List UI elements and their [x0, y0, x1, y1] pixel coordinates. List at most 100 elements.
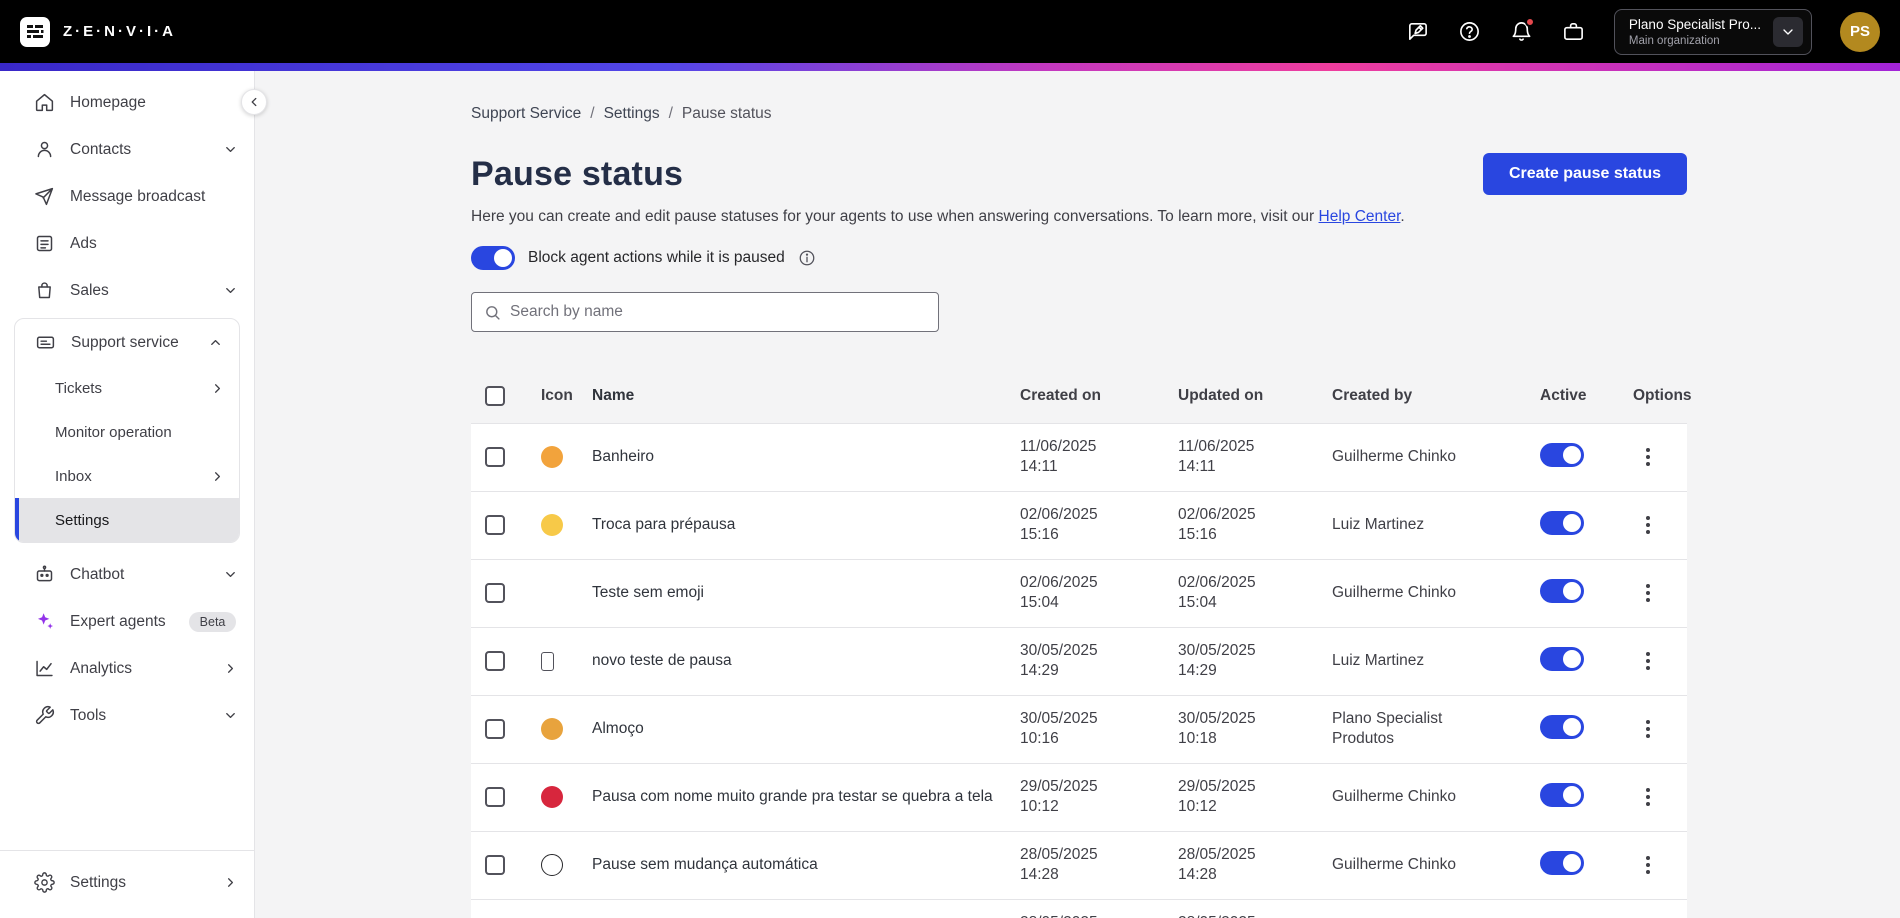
- sidebar-collapse-button[interactable]: [241, 89, 267, 115]
- row-options-button[interactable]: [1633, 510, 1663, 540]
- sidebar-item-sales[interactable]: Sales: [0, 267, 254, 314]
- chevron-right-icon: [223, 661, 238, 676]
- sidebar-item-homepage[interactable]: Homepage: [0, 79, 254, 126]
- row-checkbox[interactable]: [485, 719, 505, 740]
- sidebar-label: Settings: [70, 873, 127, 891]
- sidebar-item-message-broadcast[interactable]: Message broadcast: [0, 173, 254, 220]
- sidebar-label: Settings: [55, 511, 110, 529]
- pause-status-table: Icon Name Created on Updated on Created …: [471, 378, 1692, 918]
- help-icon[interactable]: [1458, 20, 1482, 44]
- updated-on-cell: 28/05/202513:31: [1178, 913, 1332, 918]
- organization-name: Plano Specialist Pro...: [1628, 16, 1761, 32]
- breadcrumb-settings[interactable]: Settings: [604, 105, 660, 123]
- active-toggle[interactable]: [1540, 782, 1584, 807]
- row-checkbox[interactable]: [485, 447, 505, 468]
- sidebar-item-settings[interactable]: Settings: [0, 859, 254, 906]
- search-input[interactable]: [510, 303, 926, 321]
- row-options-button[interactable]: [1633, 442, 1663, 472]
- pause-name: Almoço: [592, 720, 644, 738]
- created-by-cell: Plano Specialist Produtos: [1332, 709, 1443, 748]
- help-center-link[interactable]: Help Center: [1319, 208, 1401, 225]
- created-on-cell: 28/05/202513:31: [1020, 913, 1178, 918]
- organization-selector[interactable]: Plano Specialist Pro... Main organizatio…: [1613, 8, 1812, 55]
- block-agent-actions-toggle[interactable]: [471, 246, 515, 270]
- header-created-on: Created on: [1020, 387, 1101, 404]
- analytics-chart-icon: [36, 660, 53, 677]
- created-on-cell: 28/05/2025 14:28: [1020, 845, 1098, 884]
- sidebar-label: Contacts: [70, 140, 132, 158]
- row-options-button[interactable]: [1633, 578, 1663, 608]
- row-checkbox[interactable]: [485, 583, 505, 604]
- created-on-cell: 02/06/2025 15:04: [1020, 573, 1098, 612]
- topbar: Z·E·N·V·I·A Plano Specialist Pro... Main…: [0, 0, 1900, 63]
- active-toggle[interactable]: [1540, 646, 1584, 671]
- sidebar-bottom: Settings: [0, 850, 254, 918]
- header-icon: Icon: [541, 387, 573, 405]
- active-toggle[interactable]: [1540, 714, 1584, 739]
- chatbot-icon: [36, 565, 53, 582]
- select-all-checkbox[interactable]: [485, 386, 505, 407]
- updated-on-cell: 02/06/2025 15:16: [1178, 505, 1256, 544]
- row-checkbox[interactable]: [485, 855, 505, 876]
- sidebar-subitem-inbox[interactable]: Inbox: [15, 454, 239, 498]
- notifications-bell-icon[interactable]: [1510, 16, 1535, 44]
- active-toggle[interactable]: [1540, 510, 1584, 535]
- created-on-cell: 02/06/2025 15:16: [1020, 505, 1098, 544]
- created-by-cell: Luiz Martinez: [1332, 651, 1425, 669]
- sidebar-item-chatbot[interactable]: Chatbot: [0, 551, 254, 598]
- row-options-button[interactable]: [1633, 782, 1663, 812]
- sidebar-item-contacts[interactable]: Contacts: [0, 126, 254, 173]
- conversations-icon[interactable]: [1406, 20, 1430, 44]
- active-toggle[interactable]: [1540, 442, 1584, 467]
- zenvia-logo-icon: [20, 16, 50, 47]
- sidebar-label: Tickets: [55, 379, 102, 397]
- breadcrumb: Support Service / Settings / Pause statu…: [471, 105, 1687, 123]
- row-options-button[interactable]: [1633, 850, 1663, 880]
- beta-badge: Beta: [188, 611, 237, 632]
- ads-document-icon: [36, 235, 53, 252]
- sidebar-item-expert-agents[interactable]: Expert agents Beta: [0, 598, 254, 645]
- chevron-right-icon: [223, 875, 238, 890]
- created-on-cell: 29/05/2025 10:12: [1020, 777, 1098, 816]
- table-row: □ novo teste de pausa 30/05/202514:29 30…: [471, 626, 1687, 695]
- updated-on-cell: 02/06/2025 15:04: [1178, 573, 1256, 612]
- info-icon[interactable]: [798, 249, 816, 267]
- sidebar-subitem-monitor-operation[interactable]: Monitor operation: [15, 410, 239, 454]
- search-box: [471, 292, 939, 332]
- table-row: 🙂 Troca para prépausa 02/06/202515:16 02…: [471, 490, 1687, 559]
- sidebar-item-tools[interactable]: Tools: [0, 692, 254, 739]
- row-checkbox[interactable]: [485, 787, 505, 808]
- sidebar-item-ads[interactable]: Ads: [0, 220, 254, 267]
- sidebar: Homepage Contacts Message broadcast Ads …: [0, 71, 267, 918]
- zenvia-brand[interactable]: Z·E·N·V·I·A: [20, 16, 176, 47]
- row-checkbox[interactable]: [485, 515, 505, 536]
- row-options-button[interactable]: [1633, 714, 1663, 744]
- sidebar-subitem-tickets[interactable]: Tickets: [15, 366, 239, 410]
- user-avatar[interactable]: PS: [1840, 11, 1880, 52]
- updated-on-cell: 29/05/2025 10:12: [1178, 777, 1256, 816]
- sidebar-label: Monitor operation: [55, 423, 172, 441]
- sidebar-item-analytics[interactable]: Analytics: [0, 645, 254, 692]
- active-toggle[interactable]: [1540, 578, 1584, 603]
- sidebar-label: Ads: [70, 234, 97, 252]
- sidebar-label: Message broadcast: [70, 187, 206, 205]
- breadcrumb-support-service[interactable]: Support Service: [471, 105, 581, 123]
- created-on-cell: 30/05/2025 10:16: [1020, 709, 1098, 748]
- active-toggle[interactable]: [1540, 850, 1584, 875]
- chevron-down-icon: [223, 708, 238, 723]
- header-options: Options: [1633, 387, 1692, 405]
- organization-briefcase-icon[interactable]: [1562, 20, 1586, 44]
- row-options-button[interactable]: [1633, 646, 1663, 676]
- sidebar-item-support-service[interactable]: Support service: [15, 319, 239, 366]
- page-title: Pause status: [471, 154, 684, 193]
- organization-subtitle: Main organization: [1628, 34, 1720, 47]
- sidebar-label: Tools: [70, 706, 107, 724]
- pause-name: Pause sem mudança automática: [592, 856, 818, 874]
- sidebar-subitem-settings[interactable]: Settings: [15, 498, 239, 542]
- row-checkbox[interactable]: [485, 651, 505, 672]
- created-on-cell: 11/06/2025 14:11: [1020, 437, 1097, 476]
- created-by-cell: Guilherme Chinko: [1332, 447, 1457, 465]
- block-toggle-label: Block agent actions while it is paused: [528, 249, 785, 266]
- create-pause-status-button[interactable]: Create pause status: [1482, 153, 1687, 195]
- brand-wordmark: Z·E·N·V·I·A: [63, 23, 176, 40]
